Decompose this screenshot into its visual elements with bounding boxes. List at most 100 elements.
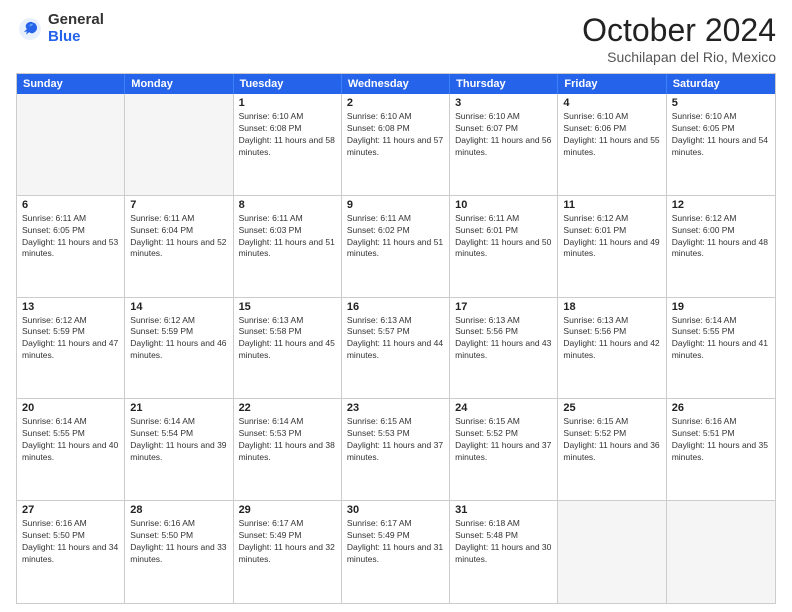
cell-info: Sunrise: 6:14 AM Sunset: 5:54 PM Dayligh… bbox=[130, 416, 227, 464]
table-row: 14 Sunrise: 6:12 AM Sunset: 5:59 PM Dayl… bbox=[125, 298, 233, 399]
table-row: 27 Sunrise: 6:16 AM Sunset: 5:50 PM Dayl… bbox=[17, 501, 125, 603]
sunrise-label: Sunrise: 6:12 AM bbox=[130, 315, 195, 325]
table-row: 10 Sunrise: 6:11 AM Sunset: 6:01 PM Dayl… bbox=[450, 196, 558, 297]
cell-info: Sunrise: 6:13 AM Sunset: 5:58 PM Dayligh… bbox=[239, 315, 336, 363]
sunrise-label: Sunrise: 6:10 AM bbox=[672, 111, 737, 121]
title-block: October 2024 Suchilapan del Rio, Mexico bbox=[582, 12, 776, 65]
sunset-label: Sunset: 6:03 PM bbox=[239, 225, 302, 235]
day-number: 5 bbox=[672, 97, 770, 109]
sunrise-label: Sunrise: 6:15 AM bbox=[455, 416, 520, 426]
day-number: 31 bbox=[455, 504, 552, 516]
table-row: 11 Sunrise: 6:12 AM Sunset: 6:01 PM Dayl… bbox=[558, 196, 666, 297]
calendar-body: 1 Sunrise: 6:10 AM Sunset: 6:08 PM Dayli… bbox=[17, 94, 775, 603]
day-number: 8 bbox=[239, 199, 336, 211]
day-number: 25 bbox=[563, 402, 660, 414]
calendar-header: Sunday Monday Tuesday Wednesday Thursday… bbox=[17, 74, 775, 94]
sunset-label: Sunset: 6:01 PM bbox=[455, 225, 518, 235]
sunrise-label: Sunrise: 6:11 AM bbox=[22, 213, 86, 223]
daylight-label: Daylight: 11 hours and 38 minutes. bbox=[239, 440, 335, 462]
cell-info: Sunrise: 6:11 AM Sunset: 6:01 PM Dayligh… bbox=[455, 213, 552, 261]
cell-info: Sunrise: 6:15 AM Sunset: 5:53 PM Dayligh… bbox=[347, 416, 444, 464]
daylight-label: Daylight: 11 hours and 37 minutes. bbox=[347, 440, 443, 462]
sunset-label: Sunset: 5:49 PM bbox=[347, 530, 410, 540]
daylight-label: Daylight: 11 hours and 48 minutes. bbox=[672, 237, 768, 259]
cell-info: Sunrise: 6:10 AM Sunset: 6:05 PM Dayligh… bbox=[672, 111, 770, 159]
sunset-label: Sunset: 5:51 PM bbox=[672, 428, 735, 438]
sunrise-label: Sunrise: 6:14 AM bbox=[22, 416, 87, 426]
cell-info: Sunrise: 6:12 AM Sunset: 6:00 PM Dayligh… bbox=[672, 213, 770, 261]
table-row: 7 Sunrise: 6:11 AM Sunset: 6:04 PM Dayli… bbox=[125, 196, 233, 297]
daylight-label: Daylight: 11 hours and 50 minutes. bbox=[455, 237, 551, 259]
cell-info: Sunrise: 6:13 AM Sunset: 5:56 PM Dayligh… bbox=[455, 315, 552, 363]
header-tuesday: Tuesday bbox=[234, 74, 342, 94]
day-number: 22 bbox=[239, 402, 336, 414]
sunrise-label: Sunrise: 6:16 AM bbox=[22, 518, 87, 528]
day-number: 9 bbox=[347, 199, 444, 211]
daylight-label: Daylight: 11 hours and 30 minutes. bbox=[455, 542, 551, 564]
daylight-label: Daylight: 11 hours and 51 minutes. bbox=[347, 237, 443, 259]
table-row: 25 Sunrise: 6:15 AM Sunset: 5:52 PM Dayl… bbox=[558, 399, 666, 500]
sunrise-label: Sunrise: 6:13 AM bbox=[239, 315, 304, 325]
sunset-label: Sunset: 5:50 PM bbox=[22, 530, 85, 540]
sunset-label: Sunset: 5:56 PM bbox=[455, 326, 518, 336]
sunrise-label: Sunrise: 6:11 AM bbox=[130, 213, 194, 223]
logo-bird-icon bbox=[16, 15, 44, 43]
sunrise-label: Sunrise: 6:15 AM bbox=[563, 416, 628, 426]
sunrise-label: Sunrise: 6:13 AM bbox=[563, 315, 628, 325]
header-friday: Friday bbox=[558, 74, 666, 94]
calendar-row: 20 Sunrise: 6:14 AM Sunset: 5:55 PM Dayl… bbox=[17, 399, 775, 501]
daylight-label: Daylight: 11 hours and 33 minutes. bbox=[130, 542, 226, 564]
sunrise-label: Sunrise: 6:12 AM bbox=[672, 213, 737, 223]
sunset-label: Sunset: 5:48 PM bbox=[455, 530, 518, 540]
daylight-label: Daylight: 11 hours and 47 minutes. bbox=[22, 338, 118, 360]
cell-info: Sunrise: 6:10 AM Sunset: 6:08 PM Dayligh… bbox=[239, 111, 336, 159]
table-row bbox=[17, 94, 125, 195]
table-row bbox=[558, 501, 666, 603]
sunrise-label: Sunrise: 6:12 AM bbox=[563, 213, 628, 223]
table-row: 29 Sunrise: 6:17 AM Sunset: 5:49 PM Dayl… bbox=[234, 501, 342, 603]
sunset-label: Sunset: 6:05 PM bbox=[672, 123, 735, 133]
sunset-label: Sunset: 6:08 PM bbox=[239, 123, 302, 133]
day-number: 26 bbox=[672, 402, 770, 414]
sunset-label: Sunset: 6:04 PM bbox=[130, 225, 193, 235]
table-row: 4 Sunrise: 6:10 AM Sunset: 6:06 PM Dayli… bbox=[558, 94, 666, 195]
page: General Blue October 2024 Suchilapan del… bbox=[0, 0, 792, 612]
table-row: 28 Sunrise: 6:16 AM Sunset: 5:50 PM Dayl… bbox=[125, 501, 233, 603]
table-row: 8 Sunrise: 6:11 AM Sunset: 6:03 PM Dayli… bbox=[234, 196, 342, 297]
table-row: 15 Sunrise: 6:13 AM Sunset: 5:58 PM Dayl… bbox=[234, 298, 342, 399]
daylight-label: Daylight: 11 hours and 41 minutes. bbox=[672, 338, 768, 360]
day-number: 6 bbox=[22, 199, 119, 211]
cell-info: Sunrise: 6:14 AM Sunset: 5:53 PM Dayligh… bbox=[239, 416, 336, 464]
logo-text: General Blue bbox=[48, 12, 104, 45]
daylight-label: Daylight: 11 hours and 37 minutes. bbox=[455, 440, 551, 462]
table-row: 26 Sunrise: 6:16 AM Sunset: 5:51 PM Dayl… bbox=[667, 399, 775, 500]
day-number: 24 bbox=[455, 402, 552, 414]
cell-info: Sunrise: 6:11 AM Sunset: 6:02 PM Dayligh… bbox=[347, 213, 444, 261]
cell-info: Sunrise: 6:11 AM Sunset: 6:03 PM Dayligh… bbox=[239, 213, 336, 261]
daylight-label: Daylight: 11 hours and 46 minutes. bbox=[130, 338, 226, 360]
sunrise-label: Sunrise: 6:11 AM bbox=[347, 213, 411, 223]
day-number: 2 bbox=[347, 97, 444, 109]
day-number: 21 bbox=[130, 402, 227, 414]
table-row: 17 Sunrise: 6:13 AM Sunset: 5:56 PM Dayl… bbox=[450, 298, 558, 399]
daylight-label: Daylight: 11 hours and 51 minutes. bbox=[239, 237, 335, 259]
day-number: 28 bbox=[130, 504, 227, 516]
sunset-label: Sunset: 5:52 PM bbox=[455, 428, 518, 438]
table-row: 30 Sunrise: 6:17 AM Sunset: 5:49 PM Dayl… bbox=[342, 501, 450, 603]
daylight-label: Daylight: 11 hours and 53 minutes. bbox=[22, 237, 118, 259]
sunset-label: Sunset: 6:02 PM bbox=[347, 225, 410, 235]
daylight-label: Daylight: 11 hours and 44 minutes. bbox=[347, 338, 443, 360]
calendar-row: 1 Sunrise: 6:10 AM Sunset: 6:08 PM Dayli… bbox=[17, 94, 775, 196]
cell-info: Sunrise: 6:16 AM Sunset: 5:50 PM Dayligh… bbox=[130, 518, 227, 566]
sunset-label: Sunset: 6:08 PM bbox=[347, 123, 410, 133]
sunset-label: Sunset: 5:57 PM bbox=[347, 326, 410, 336]
sunrise-label: Sunrise: 6:12 AM bbox=[22, 315, 87, 325]
table-row: 12 Sunrise: 6:12 AM Sunset: 6:00 PM Dayl… bbox=[667, 196, 775, 297]
sunset-label: Sunset: 5:53 PM bbox=[347, 428, 410, 438]
sunset-label: Sunset: 5:59 PM bbox=[22, 326, 85, 336]
logo: General Blue bbox=[16, 12, 104, 45]
cell-info: Sunrise: 6:11 AM Sunset: 6:05 PM Dayligh… bbox=[22, 213, 119, 261]
daylight-label: Daylight: 11 hours and 35 minutes. bbox=[672, 440, 768, 462]
sunrise-label: Sunrise: 6:15 AM bbox=[347, 416, 412, 426]
daylight-label: Daylight: 11 hours and 31 minutes. bbox=[347, 542, 443, 564]
